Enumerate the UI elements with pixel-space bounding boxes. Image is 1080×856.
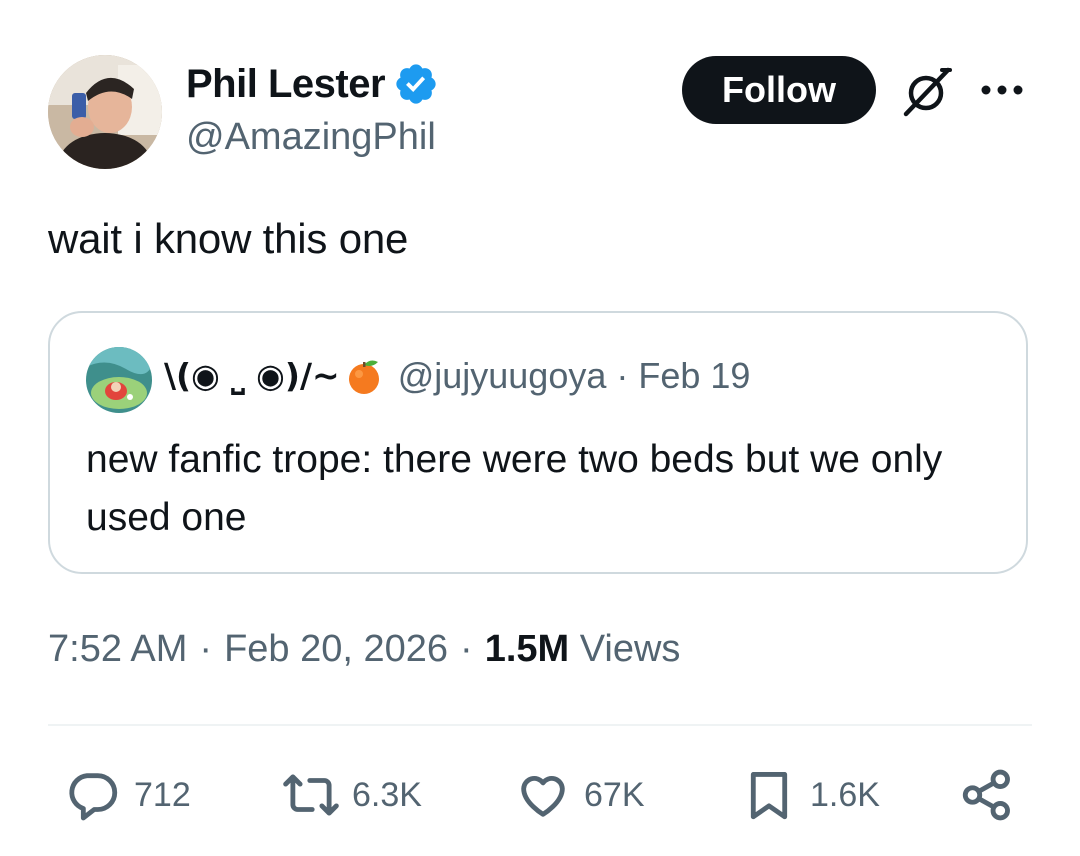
quoted-author-name[interactable]: \(◉ ⎵ ◉)/~ <box>164 356 340 396</box>
more-dots-icon[interactable] <box>976 78 1028 102</box>
quoted-tweet-text: new fanfic trope: there were two beds bu… <box>86 438 943 539</box>
grok-icon[interactable] <box>898 62 956 120</box>
tweet-date[interactable]: Feb 20, 2026 <box>224 628 448 670</box>
author-info[interactable]: Phil Lester @AmazingPhil <box>186 58 439 159</box>
share-button[interactable] <box>958 764 1016 826</box>
quoted-tweet[interactable]: \(◉ ⎵ ◉)/~ @jujyuugoya · Feb 19 new fanf… <box>48 311 1028 574</box>
tangerine-icon <box>344 356 384 396</box>
author-name[interactable]: Phil Lester <box>186 62 386 107</box>
views-count: 1.5M <box>484 628 570 670</box>
quoted-header: \(◉ ⎵ ◉)/~ @jujyuugoya · Feb 19 <box>164 355 750 397</box>
tweet-meta: 7:52 AM · Feb 20, 2026 · 1.5M Views <box>48 628 680 671</box>
bookmark-button[interactable]: 1.6K <box>740 764 880 826</box>
bookmark-count: 1.6K <box>810 775 880 814</box>
like-count: 67K <box>584 775 645 814</box>
author-avatar[interactable] <box>48 55 162 169</box>
repost-button[interactable]: 6.3K <box>282 764 422 826</box>
reply-icon <box>64 766 122 824</box>
quoted-author-handle[interactable]: @jujyuugoya <box>398 355 607 397</box>
heart-icon <box>514 766 572 824</box>
tweet-time[interactable]: 7:52 AM <box>48 628 187 670</box>
bookmark-icon <box>740 766 798 824</box>
follow-button[interactable]: Follow <box>682 56 876 124</box>
like-button[interactable]: 67K <box>514 764 645 826</box>
repost-count: 6.3K <box>352 775 422 814</box>
reply-count: 712 <box>134 775 191 814</box>
meta-separator: · <box>460 628 473 670</box>
quoted-author-avatar[interactable] <box>86 347 152 413</box>
tweet: Phil Lester @AmazingPhil Follow wait i k… <box>0 0 1080 856</box>
views-label: Views <box>579 628 681 670</box>
repost-icon <box>282 766 340 824</box>
reply-button[interactable]: 712 <box>64 764 191 826</box>
author-handle[interactable]: @AmazingPhil <box>186 116 439 159</box>
quoted-date[interactable]: Feb 19 <box>638 355 750 397</box>
author-name-row: Phil Lester <box>186 58 439 110</box>
meta-separator: · <box>199 628 213 670</box>
quoted-separator: · <box>616 355 629 396</box>
tweet-text: wait i know this one <box>48 215 409 262</box>
share-icon <box>958 766 1016 824</box>
verified-badge-icon[interactable] <box>393 61 439 107</box>
divider <box>48 724 1032 726</box>
